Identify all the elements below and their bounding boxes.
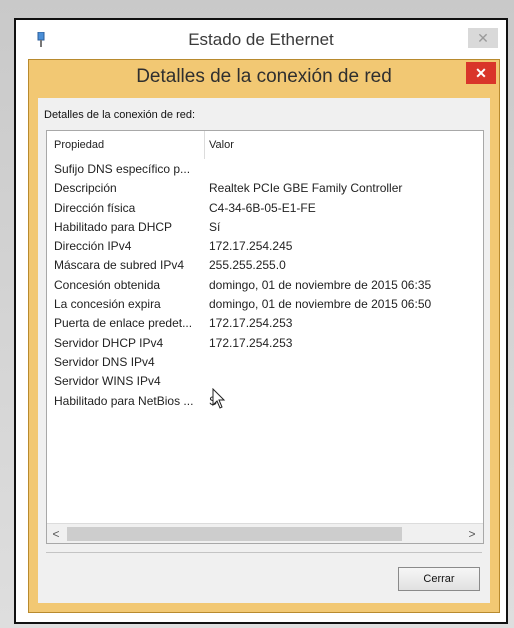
value-cell: 172.17.254.253 bbox=[209, 316, 293, 331]
list-item[interactable]: Sufijo DNS específico p... bbox=[47, 162, 483, 181]
value-cell: Realtek PCIe GBE Family Controller bbox=[209, 181, 403, 196]
list-item[interactable]: Habilitado para DHCP Sí bbox=[47, 220, 483, 239]
value-cell: domingo, 01 de noviembre de 2015 06:35 bbox=[209, 277, 432, 292]
list-item[interactable]: Máscara de subred IPv4 255.255.255.0 bbox=[47, 258, 483, 277]
value-cell: Sí bbox=[209, 219, 221, 234]
list-item[interactable]: Habilitado para NetBios ... Sí bbox=[47, 394, 483, 413]
list-item[interactable]: Servidor WINS IPv4 bbox=[47, 374, 483, 393]
details-group-label: Detalles de la conexión de red: bbox=[44, 109, 196, 121]
scroll-left-button[interactable]: < bbox=[47, 524, 65, 543]
list-item[interactable]: La concesión expira domingo, 01 de noviem… bbox=[47, 297, 483, 316]
list-item[interactable]: Servidor DHCP IPv4 172.17.254.253 bbox=[47, 336, 483, 355]
property-cell: Servidor DNS IPv4 bbox=[54, 354, 155, 369]
separator-line bbox=[46, 552, 482, 553]
mouse-cursor-icon bbox=[212, 387, 226, 410]
property-cell: Habilitado para DHCP bbox=[54, 219, 173, 234]
value-cell: C4-34-6B-05-E1-FE bbox=[209, 200, 316, 215]
ethernet-status-titlebar[interactable]: Estado de Ethernet ✕ bbox=[16, 20, 506, 60]
property-cell: Dirección física bbox=[54, 200, 136, 215]
property-cell: Descripción bbox=[54, 181, 117, 196]
list-item[interactable]: Concesión obtenida domingo, 01 de noviemb… bbox=[47, 278, 483, 297]
close-button[interactable]: Cerrar bbox=[398, 567, 480, 591]
value-cell: 255.255.255.0 bbox=[209, 258, 286, 273]
value-cell: Sí bbox=[209, 394, 483, 408]
network-connection-details-dialog: Detalles de la conexión de red ✕ Detalle… bbox=[28, 59, 500, 613]
property-cell: Concesión obtenida bbox=[54, 277, 161, 292]
horizontal-scrollbar[interactable]: < > bbox=[47, 523, 483, 543]
list-item[interactable]: Dirección física C4-34-6B-05-E1-FE bbox=[47, 201, 483, 220]
ethernet-status-close-button[interactable]: ✕ bbox=[468, 28, 498, 48]
property-cell: Máscara de subred IPv4 bbox=[54, 258, 185, 273]
list-item[interactable]: Servidor DNS IPv4 bbox=[47, 355, 483, 374]
dialog-close-button[interactable]: ✕ bbox=[466, 62, 496, 84]
column-header-property[interactable]: Propiedad bbox=[47, 131, 205, 159]
value-cell: 172.17.254.245 bbox=[209, 239, 293, 254]
value-cell: domingo, 01 de noviembre de 2015 06:50 bbox=[209, 297, 432, 312]
scroll-right-button[interactable]: > bbox=[463, 524, 481, 543]
ethernet-status-title: Estado de Ethernet bbox=[188, 30, 334, 49]
property-cell: Sufijo DNS específico p... bbox=[54, 162, 191, 176]
property-cell: Servidor DHCP IPv4 bbox=[54, 335, 164, 350]
column-header-value[interactable]: Valor bbox=[205, 131, 483, 159]
property-cell: Dirección IPv4 bbox=[54, 239, 132, 254]
details-rows: Sufijo DNS específico p... Descripción Re… bbox=[47, 162, 483, 413]
dialog-title: Detalles de la conexión de red bbox=[136, 66, 392, 87]
list-item[interactable]: Puerta de enlace predet... 172.17.254.253 bbox=[47, 316, 483, 335]
property-cell: Puerta de enlace predet... bbox=[54, 316, 193, 331]
property-cell: La concesión expira bbox=[54, 297, 161, 312]
details-list[interactable]: Propiedad Valor Sufijo DNS específico p.… bbox=[46, 130, 484, 544]
dialog-client-area: Detalles de la conexión de red: Propieda… bbox=[38, 98, 490, 603]
property-cell: Servidor WINS IPv4 bbox=[54, 374, 161, 389]
list-item[interactable]: Dirección IPv4 172.17.254.245 bbox=[47, 239, 483, 258]
value-cell: 172.17.254.253 bbox=[209, 335, 293, 350]
scrollbar-thumb[interactable] bbox=[67, 527, 402, 541]
list-item[interactable]: Descripción Realtek PCIe GBE Family Contr… bbox=[47, 181, 483, 200]
property-cell: Habilitado para NetBios ... bbox=[54, 393, 194, 408]
